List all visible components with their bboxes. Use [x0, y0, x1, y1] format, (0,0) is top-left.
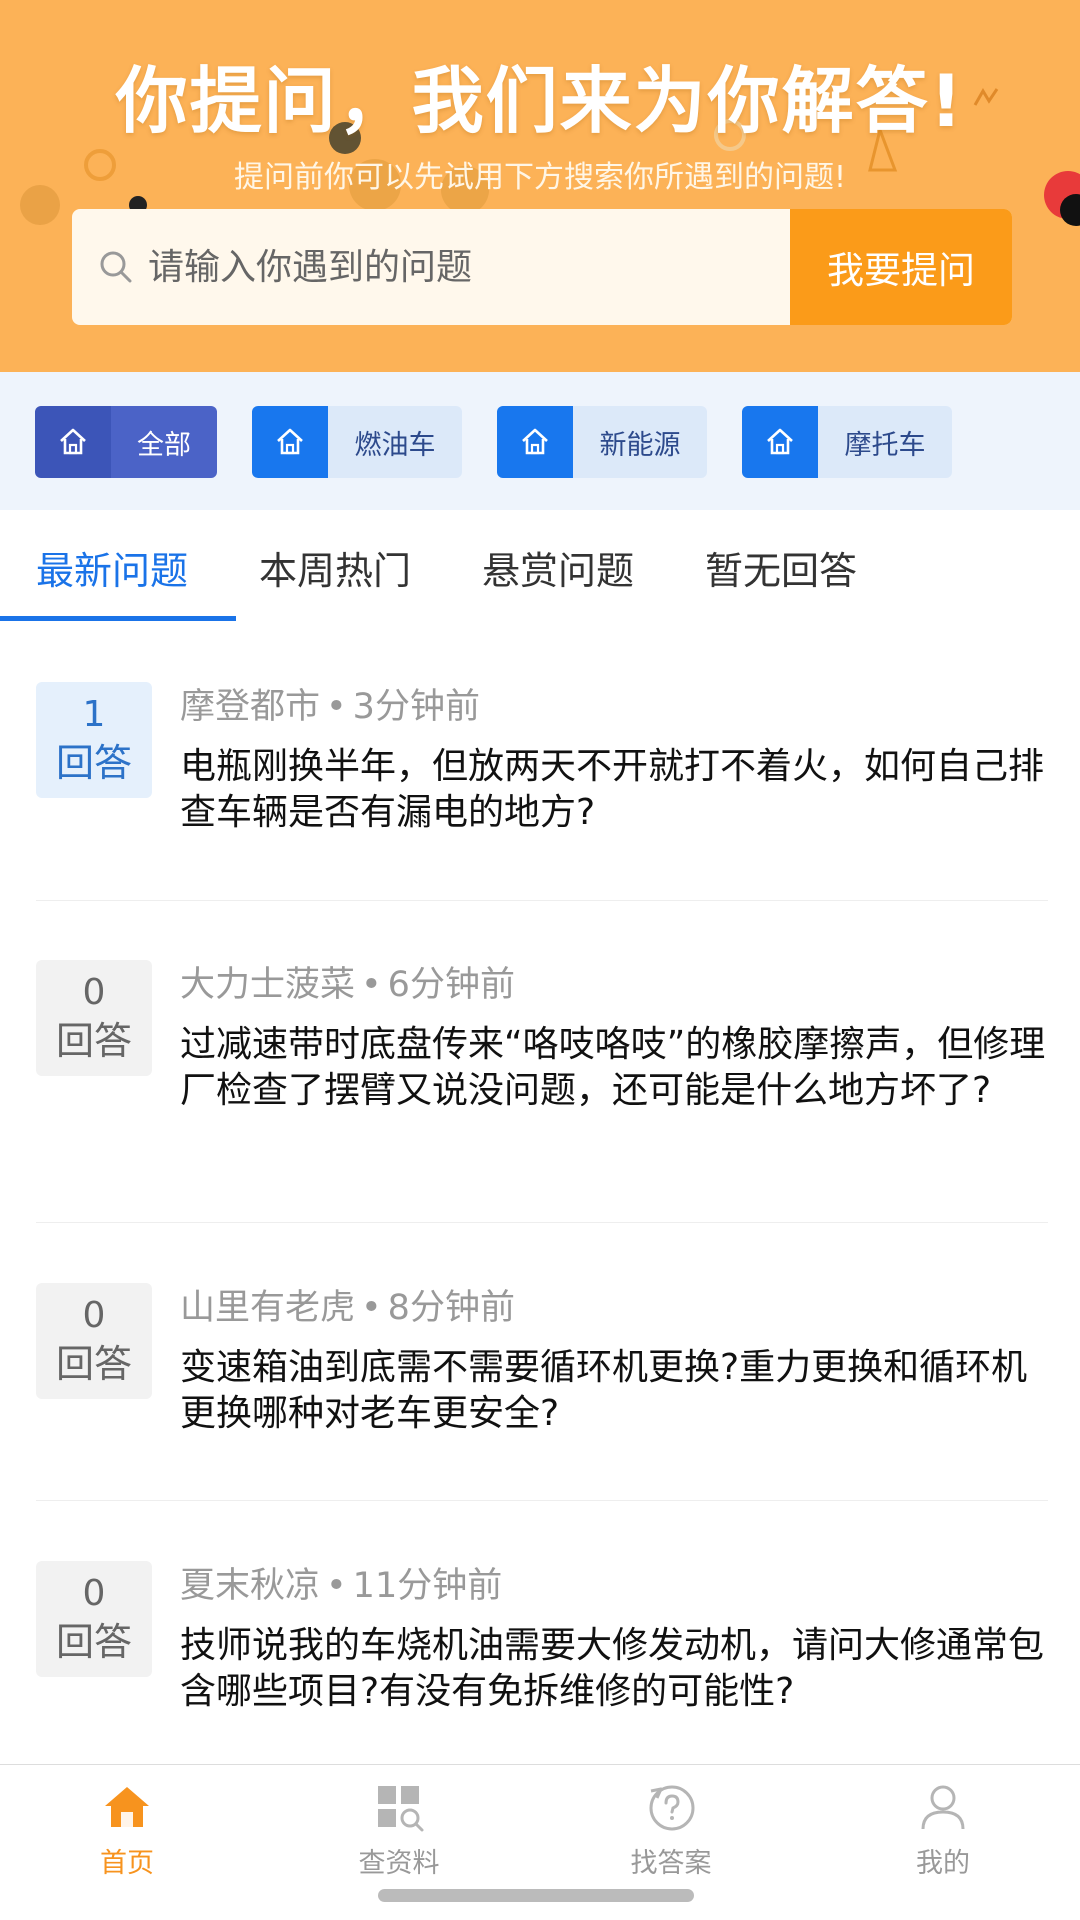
- divider: [36, 1222, 1048, 1223]
- category-label: 新能源: [573, 406, 707, 478]
- question-title[interactable]: 技师说我的车烧机油需要大修发动机，请问大修通常包含哪些项目?有没有免拆维修的可能…: [180, 1623, 1050, 1715]
- nav-label: 我的: [916, 1848, 970, 1879]
- search-input[interactable]: [148, 246, 790, 288]
- answer-count-badge: 0 回答: [36, 1283, 152, 1399]
- question-title[interactable]: 变速箱油到底需不需要循环机更换?重力更换和循环机更换哪种对老车更安全?: [180, 1345, 1050, 1437]
- hero-banner: 你提问，我们来为你解答! 提问前你可以先试用下方搜索你所遇到的问题! 我要提问: [0, 0, 1080, 372]
- category-label: 全部: [111, 406, 217, 478]
- ask-question-button[interactable]: 我要提问: [790, 209, 1012, 325]
- category-fuel-car[interactable]: 燃油车: [252, 406, 462, 478]
- answer-label: 回答: [55, 1342, 132, 1386]
- question-meta: 大力士菠菜 • 6分钟前: [180, 960, 515, 1010]
- question-time: 8分钟前: [387, 1288, 515, 1328]
- answer-count-badge: 1 回答: [36, 682, 152, 798]
- tab-bounty[interactable]: 悬赏问题: [482, 540, 634, 595]
- nav-label: 找答案: [630, 1848, 712, 1879]
- home-icon: [522, 428, 548, 455]
- question-item[interactable]: 0 回答 夏末秋凉 • 11分钟前 技师说我的车烧机油需要大修发动机，请问大修通常包…: [0, 1561, 1080, 1761]
- category-all[interactable]: 全部: [35, 406, 217, 478]
- category-icon-box: [35, 406, 111, 478]
- question-title[interactable]: 电瓶刚换半年，但放两天不开就打不着火，如何自己排查车辆是否有漏电的地方?: [180, 744, 1050, 836]
- category-bar: 全部 燃油车 新能源 摩托车: [0, 372, 1080, 510]
- answer-count: 0: [82, 1295, 106, 1336]
- category-label: 摩托车: [818, 406, 952, 478]
- category-motorcycle[interactable]: 摩托车: [742, 406, 952, 478]
- active-tab-indicator: [0, 616, 236, 621]
- home-icon: [60, 428, 86, 455]
- category-icon-box: [252, 406, 328, 478]
- question-item[interactable]: 0 回答 山里有老虎 • 8分钟前 变速箱油到底需不需要循环机更换?重力更换和循环机…: [0, 1283, 1080, 1493]
- answer-count-badge: 0 回答: [36, 960, 152, 1076]
- nav-home[interactable]: 首页: [27, 1779, 227, 1889]
- answer-count: 1: [82, 694, 106, 735]
- question-title[interactable]: 过减速带时底盘传来“咯吱咯吱”的橡胶摩擦声，但修理厂检查了摆臂又说没问题，还可能…: [180, 1022, 1050, 1114]
- grid-search-icon: [378, 1786, 424, 1832]
- nav-mine[interactable]: 我的: [843, 1779, 1043, 1889]
- nav-lookup[interactable]: 查资料: [299, 1779, 499, 1889]
- question-user: 山里有老虎: [180, 1288, 356, 1328]
- category-icon-box: [497, 406, 573, 478]
- answer-label: 回答: [55, 1019, 132, 1063]
- question-meta: 夏末秋凉 • 11分钟前: [180, 1561, 502, 1611]
- category-new-energy[interactable]: 新能源: [497, 406, 707, 478]
- home-indicator: [378, 1889, 694, 1902]
- answer-label: 回答: [55, 1620, 132, 1664]
- nav-label: 查资料: [358, 1848, 440, 1879]
- home-icon: [105, 1787, 149, 1827]
- search-field[interactable]: [72, 209, 790, 325]
- question-user: 夏末秋凉: [180, 1566, 321, 1606]
- home-icon: [277, 428, 303, 455]
- question-meta: 摩登都市 • 3分钟前: [180, 682, 480, 732]
- search-bar: 我要提问: [72, 209, 1012, 325]
- answer-label: 回答: [55, 741, 132, 785]
- question-meta: 山里有老虎 • 8分钟前: [180, 1283, 515, 1333]
- answer-count: 0: [82, 1573, 106, 1614]
- meta-separator: •: [361, 965, 382, 1005]
- nav-find-answer[interactable]: 找答案: [571, 1779, 771, 1889]
- question-user: 大力士菠菜: [180, 965, 356, 1005]
- tab-unanswered[interactable]: 暂无回答: [705, 540, 857, 595]
- meta-separator: •: [326, 687, 347, 727]
- divider: [36, 900, 1048, 901]
- question-bubble-icon: [649, 1785, 695, 1831]
- search-icon: [100, 251, 132, 283]
- question-item[interactable]: 0 回答 大力士菠菜 • 6分钟前 过减速带时底盘传来“咯吱咯吱”的橡胶摩擦声，但修…: [0, 960, 1080, 1210]
- nav-label: 首页: [100, 1848, 154, 1879]
- question-user: 摩登都市: [180, 687, 321, 727]
- tab-latest[interactable]: 最新问题: [36, 540, 188, 595]
- answer-count: 0: [82, 972, 106, 1013]
- banner-subtitle: 提问前你可以先试用下方搜索你所遇到的问题!: [233, 160, 847, 195]
- question-tabs: 最新问题 本周热门 悬赏问题 暂无回答: [0, 510, 1080, 622]
- question-item[interactable]: 1 回答 摩登都市 • 3分钟前 电瓶刚换半年，但放两天不开就打不着火，如何自己排查…: [0, 682, 1080, 892]
- category-label: 燃油车: [328, 406, 462, 478]
- banner-title: 你提问，我们来为你解答!: [115, 59, 965, 143]
- home-icon: [767, 428, 793, 455]
- question-time: 6分钟前: [387, 965, 515, 1005]
- answer-count-badge: 0 回答: [36, 1561, 152, 1677]
- question-time: 3分钟前: [352, 687, 480, 727]
- divider: [36, 1500, 1048, 1501]
- question-time: 11分钟前: [352, 1566, 503, 1606]
- meta-separator: •: [361, 1288, 382, 1328]
- user-icon: [921, 1785, 965, 1830]
- meta-separator: •: [326, 1566, 347, 1606]
- category-icon-box: [742, 406, 818, 478]
- tab-weekly-hot[interactable]: 本周热门: [259, 540, 411, 595]
